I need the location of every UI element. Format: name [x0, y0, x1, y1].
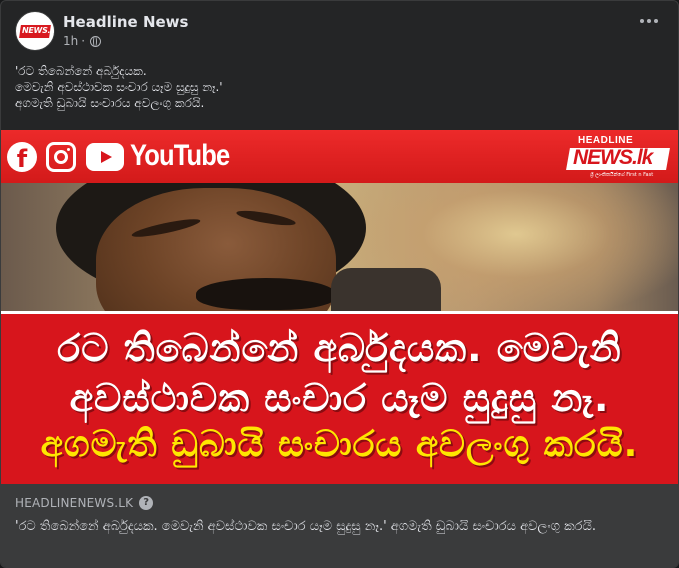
post-card: NEWS.lk Headline News 1h · 'රට තිබෙන්නේ … — [0, 0, 679, 568]
youtube-wordmark: YouTube — [130, 139, 230, 172]
headline-news-logo: HEADLINE NEWS.lk ශ්‍රී ලාංකිකයින්ගේ Firs… — [566, 135, 672, 179]
more-options-icon-dot — [654, 19, 658, 23]
link-domain: HEADLINENEWS.LK ? — [15, 496, 154, 510]
post-text: 'රට තිබෙන්නේ අර්බුදයක. මෙවැනි අවස්ථාවක ස… — [15, 63, 664, 111]
post-text-line: අගමැති ඩුබායි සංචාරය අවලංගු කරයි. — [15, 96, 205, 110]
banner-line: අවස්ථාවක සංචාර යෑම සුදුසු නෑ. — [69, 376, 610, 420]
instagram-icon — [46, 142, 76, 172]
portrait-photo — [1, 183, 678, 311]
meta-separator: · — [81, 34, 86, 48]
more-options-icon — [640, 19, 644, 23]
facebook-icon: f — [7, 142, 37, 172]
link-preview[interactable]: HEADLINENEWS.LK ? 'රට තිබෙන්නේ අර්බුදයක.… — [1, 484, 678, 567]
link-domain-text: HEADLINENEWS.LK — [15, 496, 134, 510]
link-title[interactable]: 'රට තිබෙන්නේ අර්බුදයක. මෙවැනි අවස්ථාවක ස… — [15, 517, 658, 537]
more-options-button[interactable] — [634, 11, 664, 31]
youtube-icon — [86, 143, 124, 171]
brand-tagline: ශ්‍රී ලාංකිකයින්ගේ First n Fast — [590, 172, 654, 178]
post-text-line: මෙවැනි අවස්ථාවක සංචාර යෑම සුදුසු නෑ.' — [15, 80, 223, 94]
brand-headline: HEADLINE — [578, 135, 634, 146]
page-avatar[interactable]: NEWS.lk — [15, 11, 55, 51]
banner-line: රට තිබෙන්නේ අර්බුදයක. මෙවැනි — [57, 326, 622, 370]
more-options-icon-dot — [647, 19, 651, 23]
post-meta: 1h · — [63, 34, 102, 48]
post-image[interactable]: f YouTube HEADLINE NEWS.lk ශ්‍රී ලාංකිකය… — [1, 130, 678, 484]
page-name-link[interactable]: Headline News — [63, 13, 188, 31]
photo-collar — [331, 268, 441, 311]
avatar-logo-text: NEWS.lk — [22, 26, 55, 35]
globe-icon — [90, 35, 102, 47]
photo-mustache — [196, 278, 336, 310]
headline-banner: රට තිබෙන්නේ අර්බුදයක. මෙවැනි අවස්ථාවක සං… — [1, 311, 678, 484]
brand-news: NEWS.lk — [573, 146, 653, 169]
post-timestamp[interactable]: 1h — [63, 34, 78, 48]
post-header: NEWS.lk Headline News 1h · — [15, 11, 664, 53]
post-text-line: 'රට තිබෙන්නේ අර්බුදයක. — [15, 64, 147, 78]
banner-line-highlight: අගමැති ඩුබායි සංචාරය අවලංගු කරයි. — [40, 424, 639, 465]
help-icon[interactable]: ? — [139, 496, 154, 510]
social-bar: f YouTube HEADLINE NEWS.lk ශ්‍රී ලාංකිකය… — [1, 130, 678, 183]
